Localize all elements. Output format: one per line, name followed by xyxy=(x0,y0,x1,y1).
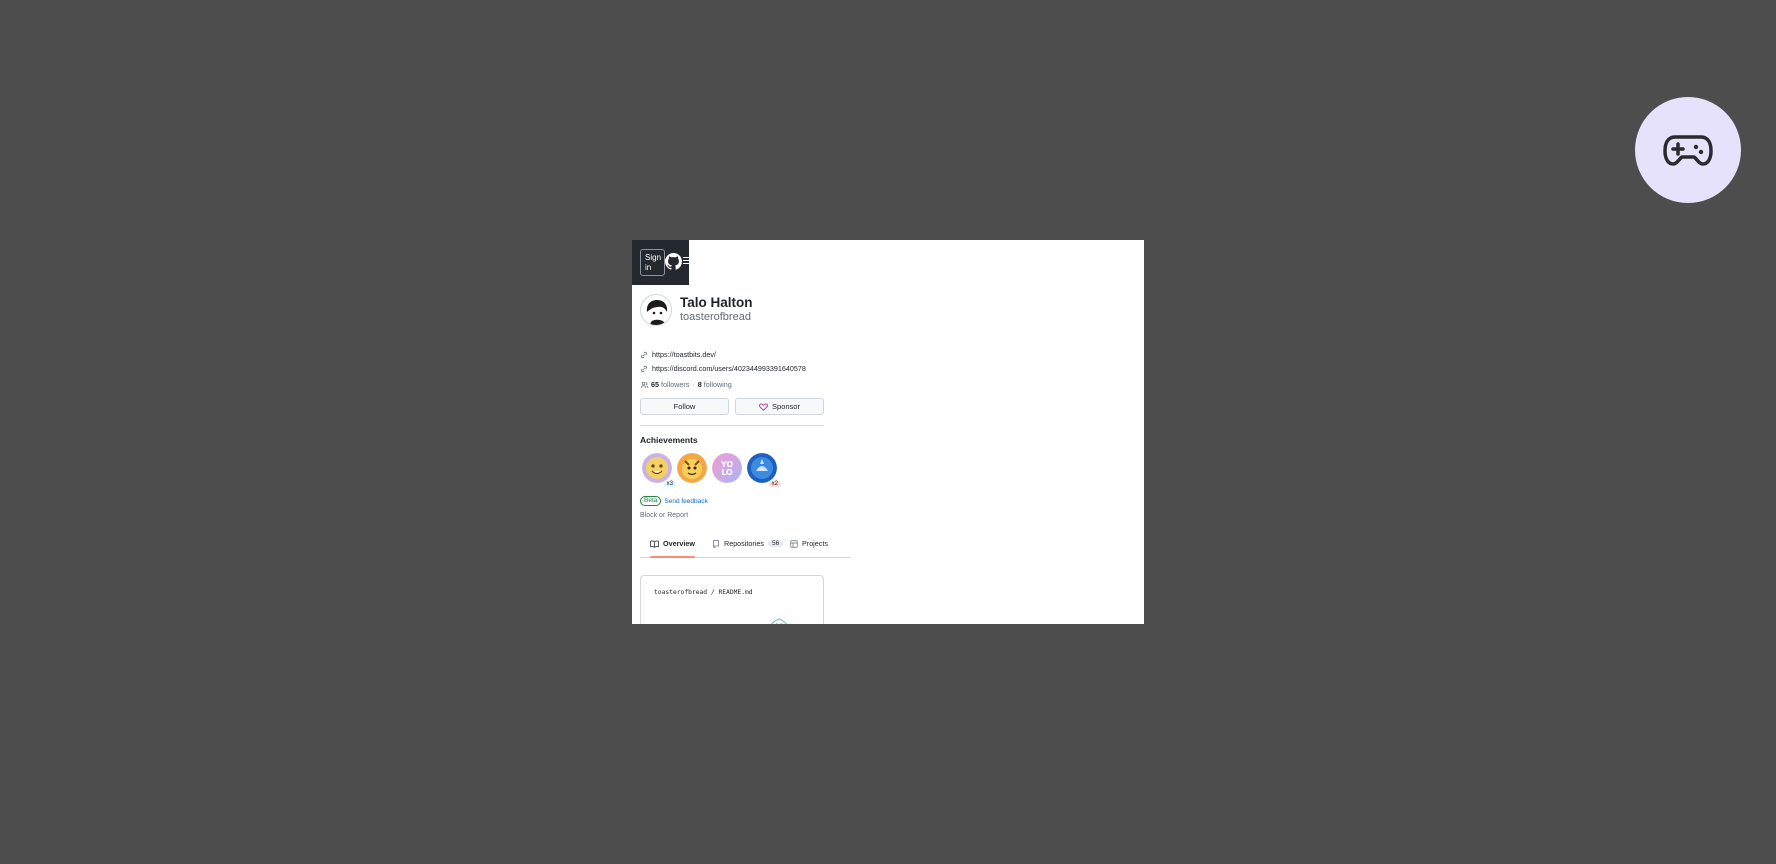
followers-count[interactable]: 65 xyxy=(651,380,659,389)
gamepad-icon xyxy=(1663,135,1713,166)
badge-count: x3 xyxy=(663,481,676,487)
badge-count: x2 xyxy=(768,481,781,487)
block-or-report-link[interactable]: Block or Report xyxy=(640,512,688,519)
link-icon xyxy=(641,351,647,358)
achievement-badge-1-icon xyxy=(642,453,672,483)
profile-name: Talo Halton xyxy=(680,295,753,310)
tab-label: Overview xyxy=(663,539,695,548)
achievement-badge-2-icon xyxy=(677,453,707,483)
link-text: https://toastbits.dev/ xyxy=(652,350,716,359)
gamepad-button[interactable] xyxy=(1635,97,1741,203)
tab-label: Repositories xyxy=(724,539,764,548)
tab-overview[interactable]: Overview xyxy=(650,530,695,558)
following-count[interactable]: 8 xyxy=(698,380,702,389)
people-icon xyxy=(640,381,649,388)
svg-text:LO: LO xyxy=(721,468,733,477)
achievement-badge[interactable]: x3 xyxy=(642,453,676,487)
send-feedback-link[interactable]: Send feedback xyxy=(664,498,707,505)
profile-link-discord[interactable]: https://discord.com/users/40234499339164… xyxy=(640,364,806,373)
achievement-badge[interactable]: x2 xyxy=(747,453,781,487)
repo-counter: 56 xyxy=(767,540,784,547)
tab-repositories[interactable]: Repositories 56 xyxy=(712,530,784,557)
follow-button[interactable]: Follow xyxy=(640,398,729,415)
following-label[interactable]: following xyxy=(704,380,732,389)
hamburger-menu-icon[interactable] xyxy=(683,257,689,265)
profile-link-website[interactable]: https://toastbits.dev/ xyxy=(640,350,716,359)
profile-tabs: Overview Repositories 56 Projects xyxy=(640,530,850,558)
link-text: https://discord.com/users/40234499339164… xyxy=(652,364,806,373)
active-tab-indicator xyxy=(650,556,695,558)
readme-path[interactable]: toasterofbread / README.md xyxy=(654,589,753,596)
achievement-badge[interactable] xyxy=(677,453,709,487)
browser-viewport: Sign in Talo Halton toasterofbread https… xyxy=(632,240,1144,624)
achievement-badge-shark-icon xyxy=(747,453,777,483)
github-logo-icon[interactable] xyxy=(665,253,682,270)
profile-username: toasterofbread xyxy=(680,311,751,323)
follow-stats: 65 followers · 8 following xyxy=(640,380,732,389)
follow-button-label: Follow xyxy=(673,402,696,411)
avatar[interactable] xyxy=(640,294,672,326)
achievement-badge[interactable]: YO LO xyxy=(712,453,744,487)
heart-icon xyxy=(759,402,769,411)
followers-label[interactable]: followers xyxy=(661,380,689,389)
sponsor-button-label: Sponsor xyxy=(772,402,800,411)
repo-icon xyxy=(713,539,719,548)
sponsor-button[interactable]: Sponsor xyxy=(735,398,824,415)
book-icon xyxy=(650,540,659,548)
tab-label: Projects xyxy=(802,539,828,548)
table-icon xyxy=(790,539,798,548)
link-icon xyxy=(641,365,647,372)
sign-in-button[interactable]: Sign in xyxy=(640,249,665,276)
separator: · xyxy=(692,380,695,389)
readme-card: toasterofbread / README.md xyxy=(640,575,824,624)
beta-badge: Beta xyxy=(640,496,662,506)
site-header: Sign in xyxy=(632,240,689,285)
achievement-badge-yolo-icon: YO LO xyxy=(712,453,742,483)
divider xyxy=(640,425,824,426)
readme-image-icon xyxy=(771,618,787,624)
tab-projects[interactable]: Projects xyxy=(790,530,828,557)
feedback-row: Beta Send feedback xyxy=(640,496,708,506)
achievements-title: Achievements xyxy=(640,435,698,445)
